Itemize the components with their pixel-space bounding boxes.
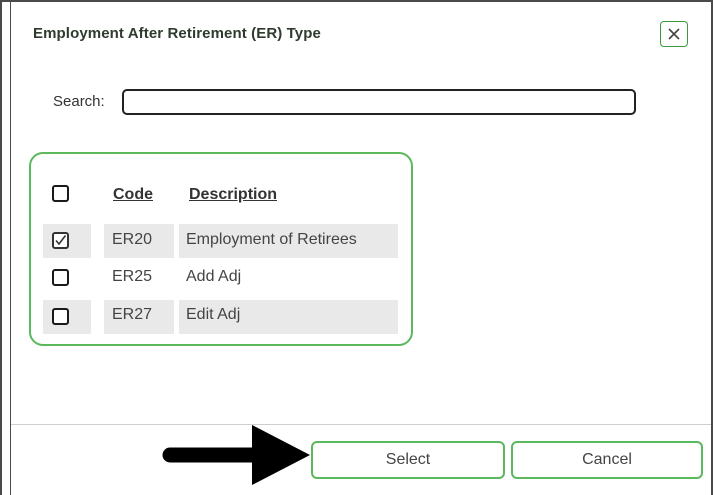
close-button[interactable] bbox=[660, 21, 688, 47]
select-button[interactable]: Select bbox=[311, 441, 505, 479]
row-checkbox[interactable] bbox=[52, 232, 69, 249]
cancel-button[interactable]: Cancel bbox=[511, 441, 703, 479]
table-cell-code[interactable]: ER27 bbox=[112, 306, 152, 324]
table-cell-description[interactable]: Add Adj bbox=[186, 268, 241, 286]
row-checkbox[interactable] bbox=[52, 308, 69, 325]
column-header-code[interactable]: Code bbox=[113, 186, 153, 204]
select-all-checkbox[interactable] bbox=[52, 185, 69, 202]
window-edge-line bbox=[10, 0, 11, 495]
search-label: Search: bbox=[53, 93, 105, 110]
dialog-title: Employment After Retirement (ER) Type bbox=[33, 25, 321, 42]
search-input[interactable] bbox=[122, 89, 636, 115]
table-cell-code[interactable]: ER20 bbox=[112, 231, 152, 249]
checkmark-icon bbox=[55, 235, 67, 246]
table-cell-code[interactable]: ER25 bbox=[112, 268, 152, 286]
table-cell-description[interactable]: Edit Adj bbox=[186, 306, 240, 324]
column-header-description[interactable]: Description bbox=[189, 186, 277, 204]
close-x-icon bbox=[668, 28, 680, 40]
footer-divider bbox=[11, 424, 711, 425]
right-arrow-icon bbox=[162, 425, 310, 485]
table-cell-description[interactable]: Employment of Retirees bbox=[186, 231, 357, 249]
row-checkbox[interactable] bbox=[52, 269, 69, 286]
